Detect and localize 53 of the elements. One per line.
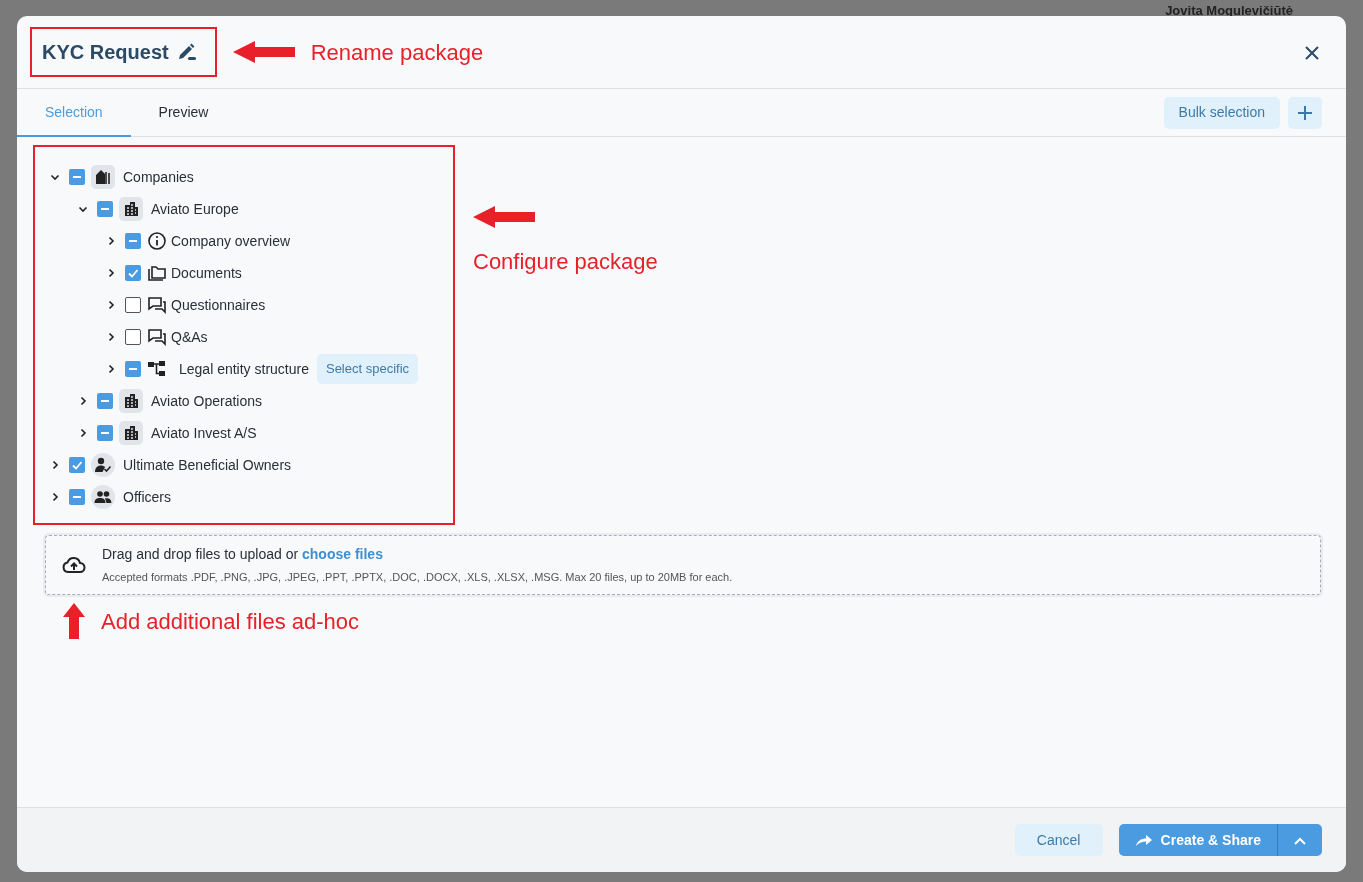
tree-item-label[interactable]: Questionnaires bbox=[171, 294, 266, 316]
annotation-arrow bbox=[473, 205, 535, 229]
checkbox[interactable] bbox=[125, 329, 141, 345]
tree-item-label[interactable]: Aviato Europe bbox=[151, 198, 239, 220]
tree-item-label[interactable]: Officers bbox=[123, 486, 171, 508]
check-icon bbox=[127, 267, 139, 279]
plus-icon bbox=[1296, 104, 1314, 123]
edit-icon[interactable] bbox=[176, 43, 197, 61]
checkbox[interactable] bbox=[69, 169, 85, 185]
people-icon bbox=[91, 485, 115, 509]
cloud-upload-icon bbox=[62, 556, 86, 574]
caret-up-icon bbox=[1294, 836, 1306, 845]
checkbox[interactable] bbox=[125, 265, 141, 281]
checkbox[interactable] bbox=[97, 201, 113, 217]
buildings-icon bbox=[91, 165, 115, 189]
tree-item-label[interactable]: Company overview bbox=[171, 230, 291, 252]
annotation-text: Rename package bbox=[310, 38, 484, 67]
cancel-button[interactable]: Cancel bbox=[1014, 824, 1103, 856]
caret-button[interactable] bbox=[1277, 824, 1322, 856]
upload-hint: Accepted formats .PDF, .PNG, .JPG, .JPEG, .PPT, .PPTX, .DOC, .DOCX, .XLS, .XLSX, .MSG. Max 20 files, up to 20MB for each. bbox=[102, 570, 733, 586]
tab[interactable]: Preview bbox=[130, 89, 237, 137]
tree-item-label[interactable]: Ultimate Beneficial Owners bbox=[123, 454, 292, 476]
tree-item-label[interactable]: Aviato Invest A/S bbox=[151, 422, 257, 444]
checkbox[interactable] bbox=[97, 425, 113, 441]
user-name: Jovita Mogulevičiūtė bbox=[1165, 2, 1293, 20]
building-icon bbox=[119, 197, 143, 221]
file-drop-zone[interactable]: Drag and drop files to upload or choose files Accepted formats .PDF, .PNG, .JPG, .JPEG, .PPT, .PPTX, .DOC, .DOCX, .XLS, .XLSX, .MSG. Max 20 files, up to 20MB for each. bbox=[45, 535, 1321, 595]
building-icon bbox=[119, 421, 143, 445]
add-button[interactable] bbox=[1288, 96, 1322, 129]
tree-item-label[interactable]: Documents bbox=[171, 262, 242, 284]
checkbox[interactable] bbox=[125, 361, 141, 377]
tree-item-label[interactable]: Companies bbox=[123, 166, 194, 188]
checkbox[interactable] bbox=[125, 297, 141, 313]
annotation-text: Add additional files ad-hoc bbox=[101, 607, 360, 636]
bulk-selection-button[interactable]: Bulk selection bbox=[1163, 96, 1280, 129]
select-specific-button[interactable]: Select specific bbox=[316, 354, 419, 384]
share-arrow-icon bbox=[1134, 833, 1153, 847]
checkbox[interactable] bbox=[69, 457, 85, 473]
upload-instruction: Drag and drop files to upload or choose files bbox=[102, 545, 384, 565]
dialog-title: KYC Request bbox=[42, 40, 169, 65]
tree-item-label[interactable]: Q&As bbox=[171, 326, 208, 348]
check-icon bbox=[71, 459, 83, 471]
building-icon bbox=[119, 389, 143, 413]
annotation-arrow bbox=[63, 603, 85, 639]
tree-item-label[interactable]: Legal entity structure bbox=[179, 358, 309, 380]
checkbox[interactable] bbox=[97, 393, 113, 409]
annotation-arrow bbox=[232, 40, 295, 64]
annotation-text: Configure package bbox=[473, 248, 658, 276]
info-icon bbox=[147, 229, 167, 253]
tree-item-label[interactable]: Aviato Operations bbox=[151, 390, 263, 412]
person-check-icon bbox=[91, 453, 115, 477]
checkbox[interactable] bbox=[125, 233, 141, 249]
checkbox[interactable] bbox=[69, 489, 85, 505]
